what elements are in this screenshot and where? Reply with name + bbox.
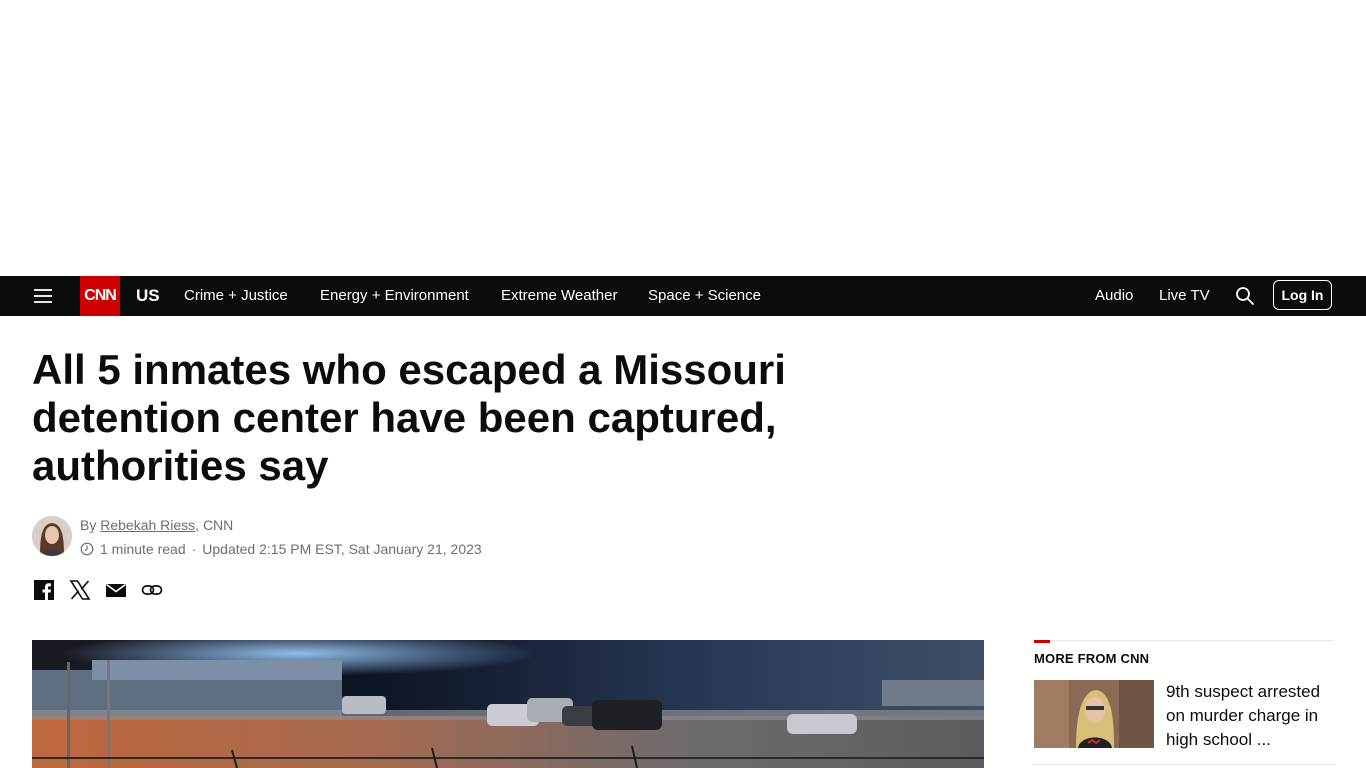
byline: By Rebekah Riess, CNN (80, 517, 233, 533)
sidebar-item-thumbnail[interactable] (1034, 680, 1154, 748)
author-link[interactable]: Rebekah Riess (100, 517, 195, 533)
sidebar-accent-bar (1034, 640, 1050, 643)
sidebar-divider (1034, 640, 1334, 641)
author-avatar[interactable] (32, 516, 72, 556)
article-hero-image[interactable] (32, 640, 984, 768)
nav-link-audio[interactable]: Audio (1095, 287, 1133, 304)
updated-timestamp: Updated 2:15 PM EST, Sat January 21, 202… (202, 541, 482, 557)
clock-icon (80, 542, 94, 556)
link-icon[interactable] (141, 579, 163, 601)
byline-prefix: By (80, 517, 101, 533)
nav-link-live-tv[interactable]: Live TV (1159, 287, 1210, 304)
sidebar-title: MORE FROM CNN (1034, 651, 1150, 666)
cnn-logo-text: CNN (84, 287, 117, 304)
x-icon[interactable] (69, 579, 91, 601)
sidebar-divider-bottom (1034, 764, 1334, 765)
cnn-logo[interactable]: CNN (80, 276, 120, 316)
facebook-icon[interactable] (33, 579, 55, 601)
nav-link-crime-justice[interactable]: Crime + Justice (184, 287, 288, 304)
login-button[interactable]: Log In (1273, 280, 1332, 310)
meta-separator: · (191, 541, 197, 557)
article-meta: 1 minute read · Updated 2:15 PM EST, Sat… (80, 541, 482, 557)
byline-outlet: , CNN (195, 517, 234, 533)
section-name[interactable]: US (136, 286, 160, 306)
ad-space (0, 0, 1366, 276)
email-icon[interactable] (105, 579, 127, 601)
nav-link-extreme-weather[interactable]: Extreme Weather (501, 287, 617, 304)
read-time: 1 minute read (100, 541, 186, 557)
hamburger-menu-icon[interactable] (34, 288, 54, 304)
nav-link-space-science[interactable]: Space + Science (648, 287, 761, 304)
sidebar-item-headline[interactable]: 9th suspect arrested on murder charge in… (1166, 680, 1334, 752)
nav-link-energy-environment[interactable]: Energy + Environment (320, 287, 469, 304)
article-headline: All 5 inmates who escaped a Missouri det… (32, 346, 786, 489)
search-icon[interactable] (1235, 286, 1255, 306)
top-navigation-bar: CNN US Crime + Justice Energy + Environm… (0, 276, 1366, 316)
